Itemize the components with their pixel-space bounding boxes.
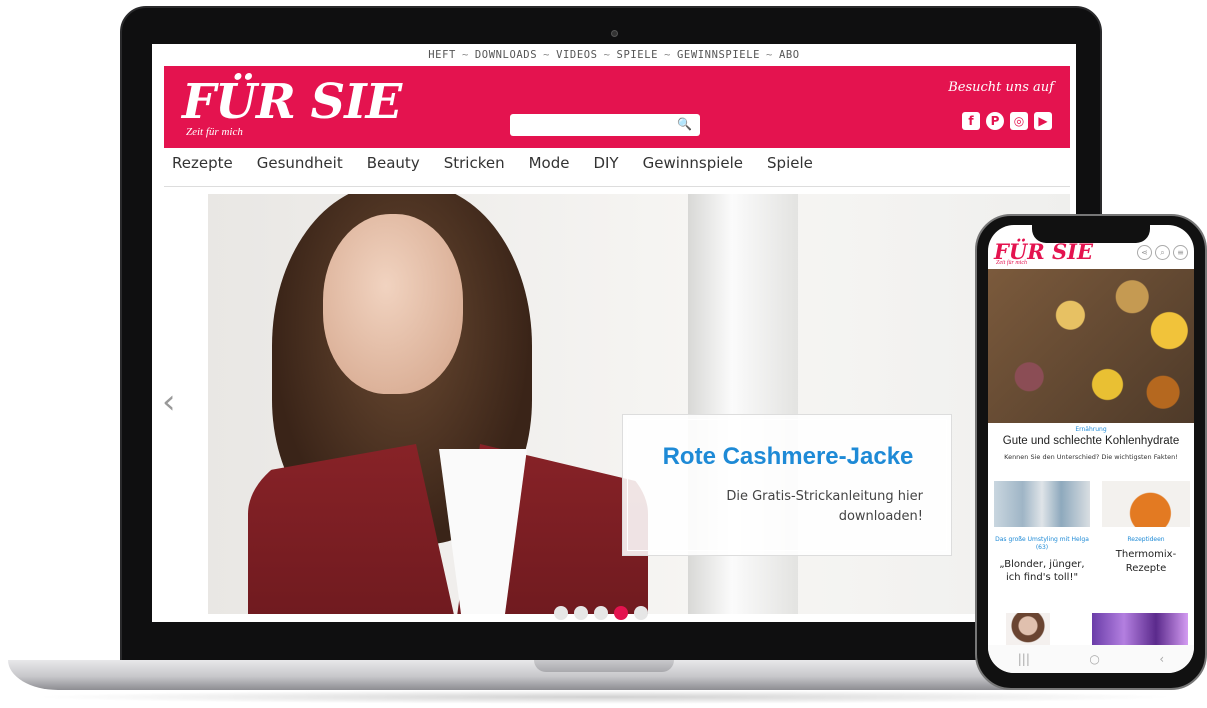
nav-item-rezepte[interactable]: Rezepte [172,154,233,172]
top-nav-separator: ~ [543,49,551,61]
carousel-prev-arrow-icon[interactable]: ‹ [162,382,176,422]
laptop-screen: HEFT ~ DOWNLOADS ~ VIDEOS ~ SPIELE ~ GEWINNSPIEL… [152,44,1076,622]
search-icon[interactable]: 🔍 [677,117,692,131]
phone-notch [1032,223,1150,243]
top-nav-item-spiele[interactable]: SPIELE [617,49,659,61]
nav-item-gesundheit[interactable]: Gesundheit [257,154,343,172]
instagram-icon[interactable]: ◎ [1010,112,1028,130]
search-input[interactable]: 🔍 [510,114,700,136]
hero-promo-text: Die Gratis-Strickanleitung hier download… [726,489,923,524]
article-image-food[interactable] [988,269,1194,423]
card-image-soup[interactable] [1102,481,1190,527]
nav-item-mode[interactable]: Mode [529,154,570,172]
top-nav-separator: ~ [766,49,773,61]
phone-logo-tagline: Zeit für mich [996,260,1027,266]
search-icon[interactable]: ⌕ [1155,245,1170,260]
card-image-stage[interactable] [1092,613,1188,645]
top-nav-item-downloads[interactable]: DOWNLOADS [475,49,537,61]
phone-screen: FÜR SIE Zeit für mich ⋖ ⌕ ≡ Ernährung Gute… [988,225,1194,673]
nav-item-gewinnspiele[interactable]: Gewinnspiele [643,154,743,172]
article-category[interactable]: Ernährung [988,426,1194,433]
top-nav-item-abo[interactable]: ABO [779,49,800,61]
top-nav-item-videos[interactable]: VIDEOS [556,49,598,61]
nav-item-stricken[interactable]: Stricken [444,154,505,172]
menu-icon[interactable]: ≡ [1173,245,1188,260]
device-shadow [30,690,1180,704]
pinterest-icon[interactable]: P [986,112,1004,130]
article-subtitle: Kennen Sie den Unterschied? Die wichtigs… [1004,453,1178,461]
card-category[interactable]: Das große Umstyling mit Helga (63) [994,536,1090,552]
card-category[interactable]: Rezeptideen [1102,536,1190,543]
phone-system-nav-bar: ||| ○ ‹ [988,645,1194,673]
phone-header-icons: ⋖ ⌕ ≡ [1137,245,1188,260]
top-nav-separator: ~ [461,49,469,61]
nav-item-beauty[interactable]: Beauty [367,154,420,172]
device-mockup-stage: HEFT ~ DOWNLOADS ~ VIDEOS ~ SPIELE ~ GEWINNSPIEL… [0,0,1207,708]
carousel-dot-2[interactable] [574,606,588,620]
nav-item-spiele[interactable]: Spiele [767,154,813,172]
hero-model-face [323,214,463,394]
follow-us-label: Besucht uns auf [948,80,1054,95]
nav-divider [164,186,1070,187]
top-nav-item-gewinnspiele[interactable]: GEWINNSPIELE [677,49,760,61]
top-nav-separator: ~ [664,49,671,61]
site-logo[interactable]: FÜR SIE [182,74,402,130]
carousel-dot-3[interactable] [594,606,608,620]
social-links: f P ◎ ▶ [962,112,1052,130]
camera-icon [611,30,618,37]
card-title[interactable]: „Blonder, jünger, ich find's toll!" [994,558,1090,584]
carousel-dot-5[interactable] [634,606,648,620]
card-title[interactable]: Thermomix-Rezepte [1102,548,1190,576]
facebook-icon[interactable]: f [962,112,980,130]
laptop-base-notch [534,660,674,672]
home-icon[interactable]: ○ [1089,652,1099,666]
site-header-banner: FÜR SIE Zeit für mich 🔍 Besucht uns auf … [164,66,1070,148]
main-navigation: Rezepte Gesundheit Beauty Stricken Mode DIY Ge… [172,154,813,172]
youtube-icon[interactable]: ▶ [1034,112,1052,130]
recent-apps-icon[interactable]: ||| [1018,652,1030,666]
card-image-umstyling[interactable] [994,481,1090,527]
site-logo-tagline: Zeit für mich [186,126,243,138]
hero-promo-title[interactable]: Rote Cashmere-Jacke [623,443,953,471]
carousel-dot-4[interactable] [614,606,628,620]
nav-item-diy[interactable]: DIY [593,154,618,172]
share-icon[interactable]: ⋖ [1137,245,1152,260]
back-icon[interactable]: ‹ [1159,652,1164,666]
top-navigation: HEFT ~ DOWNLOADS ~ VIDEOS ~ SPIELE ~ GEWINNSPIEL… [152,44,1076,66]
carousel-dots [554,606,648,620]
card-image-portrait[interactable] [1006,613,1050,645]
top-nav-separator: ~ [603,49,611,61]
hero-promo-box[interactable]: Rote Cashmere-Jacke Die Gratis-Strickanl… [622,414,952,556]
top-nav-item-heft[interactable]: HEFT [428,49,456,61]
carousel-dot-1[interactable] [554,606,568,620]
article-title[interactable]: Gute und schlechte Kohlenhydrate [988,435,1194,447]
